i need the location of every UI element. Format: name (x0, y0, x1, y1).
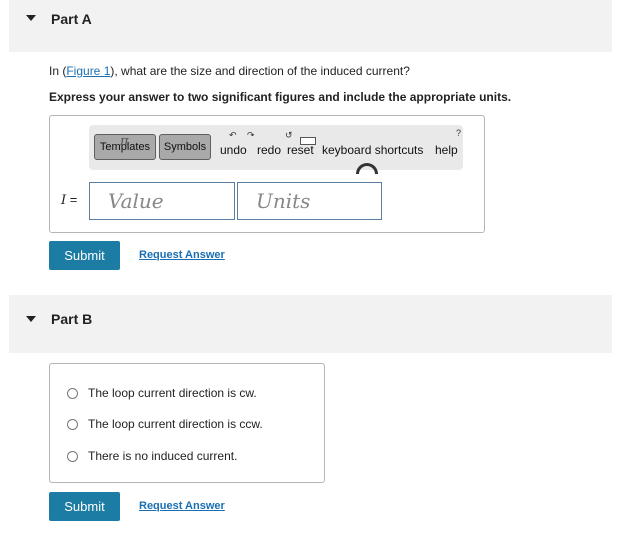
reset-icon: ↺ (285, 130, 293, 140)
radio-button[interactable] (67, 418, 78, 430)
templates-button[interactable]: π Templates (94, 134, 156, 160)
question-prefix: In ( (49, 64, 67, 78)
answer-instruction: Express your answer to two significant f… (49, 90, 512, 104)
help-button[interactable]: help (435, 143, 458, 157)
collapse-caret-icon[interactable] (26, 15, 36, 21)
units-input[interactable]: Units (237, 182, 382, 220)
choice-label: There is no induced current. (88, 449, 238, 463)
choices-box: The loop current direction is cw. The lo… (49, 363, 325, 483)
part-a-header[interactable]: Part A (9, 0, 612, 52)
keyboard-shortcuts-button[interactable]: keyboard shortcuts (322, 143, 423, 157)
variable-label: I = (61, 192, 77, 208)
loading-arc-icon (356, 163, 378, 174)
part-b-header[interactable]: Part B (9, 295, 612, 353)
equals-sign: = (66, 192, 78, 207)
part-a-submit-button[interactable]: Submit (49, 241, 120, 270)
help-icon: ? (456, 128, 462, 138)
part-a-title: Part A (51, 11, 92, 27)
answer-box: π Templates Symbols ↶ undo ↷ redo ↺ rese… (49, 115, 485, 233)
collapse-caret-icon[interactable] (26, 316, 36, 322)
part-b-submit-button[interactable]: Submit (49, 492, 120, 521)
pi-icon: π (120, 134, 129, 149)
redo-button[interactable]: redo (257, 143, 281, 157)
choice-option[interactable]: The loop current direction is ccw. (67, 417, 263, 431)
choice-label: The loop current direction is ccw. (88, 417, 263, 431)
part-a-request-answer-link[interactable]: Request Answer (139, 249, 225, 261)
choice-option[interactable]: There is no induced current. (67, 449, 237, 463)
radio-button[interactable] (67, 450, 78, 462)
symbols-button[interactable]: Symbols (159, 134, 211, 160)
math-toolbar: π Templates Symbols ↶ undo ↷ redo ↺ rese… (89, 125, 463, 174)
keyboard-icon (300, 137, 316, 145)
value-input[interactable]: Value (89, 182, 235, 220)
part-b-title: Part B (51, 311, 93, 327)
undo-arrow-icon: ↶ (229, 130, 237, 140)
reset-button[interactable]: reset (287, 143, 314, 157)
figure-link[interactable]: Figure 1 (66, 64, 110, 78)
part-b-request-answer-link[interactable]: Request Answer (139, 500, 225, 512)
choice-option[interactable]: The loop current direction is cw. (67, 386, 257, 400)
question-suffix: ), what are the size and direction of th… (110, 64, 410, 78)
redo-arrow-icon: ↷ (247, 130, 255, 140)
symbols-label: Symbols (163, 141, 207, 153)
radio-button[interactable] (67, 387, 78, 399)
question-text: In (Figure 1), what are the size and dir… (49, 64, 410, 78)
undo-button[interactable]: undo (220, 143, 247, 157)
choice-label: The loop current direction is cw. (88, 386, 257, 400)
